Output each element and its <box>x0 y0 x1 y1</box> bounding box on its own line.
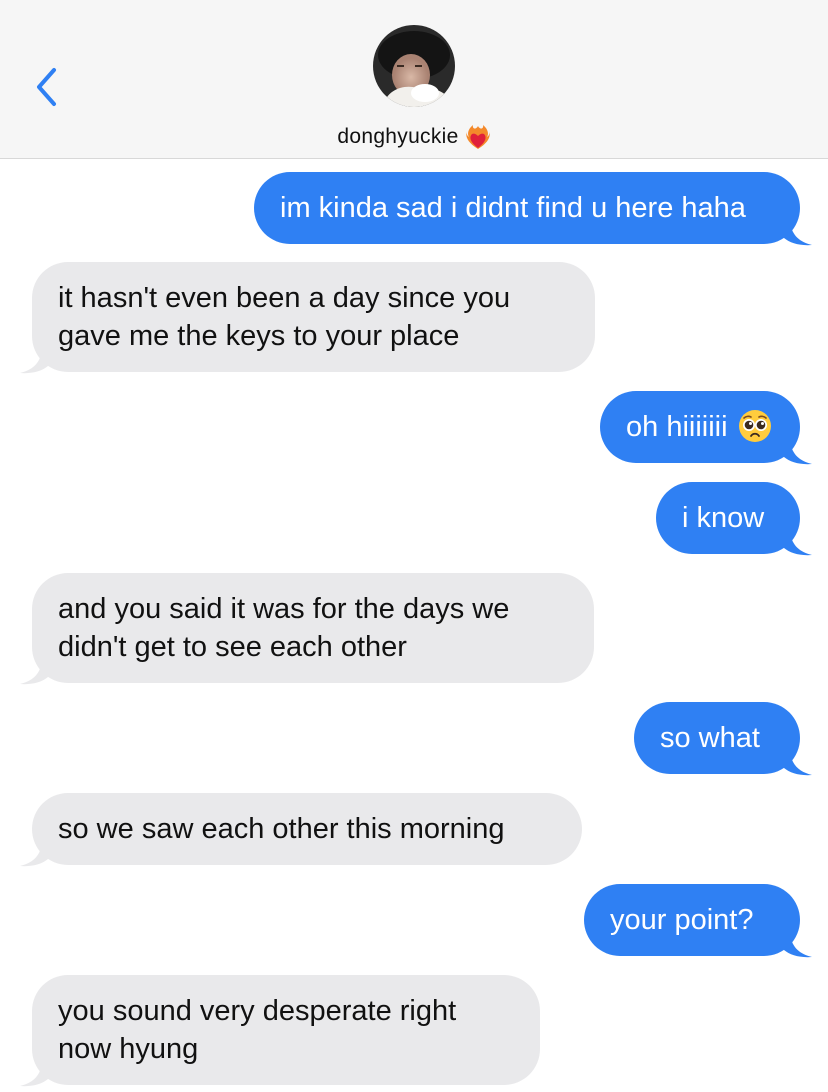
avatar-photo <box>373 25 455 107</box>
bubble-tail <box>784 441 812 465</box>
outgoing-message[interactable]: your point? <box>584 884 812 958</box>
bubble-tail <box>784 934 812 958</box>
outgoing-message[interactable]: im kinda sad i didnt find u here haha <box>254 172 812 246</box>
bubble-tail <box>20 843 48 867</box>
bubble-tail <box>20 1063 48 1087</box>
message-text: i know <box>682 502 765 534</box>
bubble-tail <box>784 222 812 246</box>
conversation-header: donghyuckie <box>0 0 828 159</box>
incoming-message[interactable]: you sound very desperate right now hyung <box>20 975 540 1087</box>
contact-name-button[interactable]: donghyuckie <box>0 122 828 152</box>
message-text: so we saw each other this morning <box>58 813 505 845</box>
outgoing-message[interactable]: i know <box>656 482 812 556</box>
message-text: and you said it was for the days we didn… <box>58 593 510 663</box>
incoming-message[interactable]: it hasn't even been a day since you gave… <box>20 262 595 374</box>
message-text: you sound very desperate right now hyung <box>58 995 457 1065</box>
contact-name: donghyuckie <box>337 125 459 148</box>
bubble-tail <box>20 661 48 685</box>
message-text: so what <box>660 722 760 754</box>
incoming-message[interactable]: so we saw each other this morning <box>20 793 582 867</box>
bubble-tail <box>784 752 812 776</box>
back-button[interactable] <box>30 62 70 112</box>
chevron-left-icon <box>37 68 56 106</box>
contact-avatar[interactable] <box>373 25 455 107</box>
incoming-message[interactable]: and you said it was for the days we didn… <box>20 573 594 685</box>
heart-on-fire-emoji-icon <box>465 125 490 149</box>
bubble-tail <box>784 532 812 556</box>
outgoing-message[interactable]: oh hiiiiiii <box>600 391 812 465</box>
message-text: it hasn't even been a day since you gave… <box>58 282 511 352</box>
message-text: im kinda sad i didnt find u here haha <box>280 192 746 224</box>
message-text: your point? <box>610 904 754 936</box>
bubble-tail <box>20 350 48 374</box>
message-thread[interactable]: im kinda sad i didnt find u here haha it… <box>0 159 828 1092</box>
pleading-face-emoji-icon <box>738 410 771 443</box>
message-text: oh hiiiiiii <box>626 408 774 446</box>
outgoing-message[interactable]: so what <box>634 702 812 776</box>
